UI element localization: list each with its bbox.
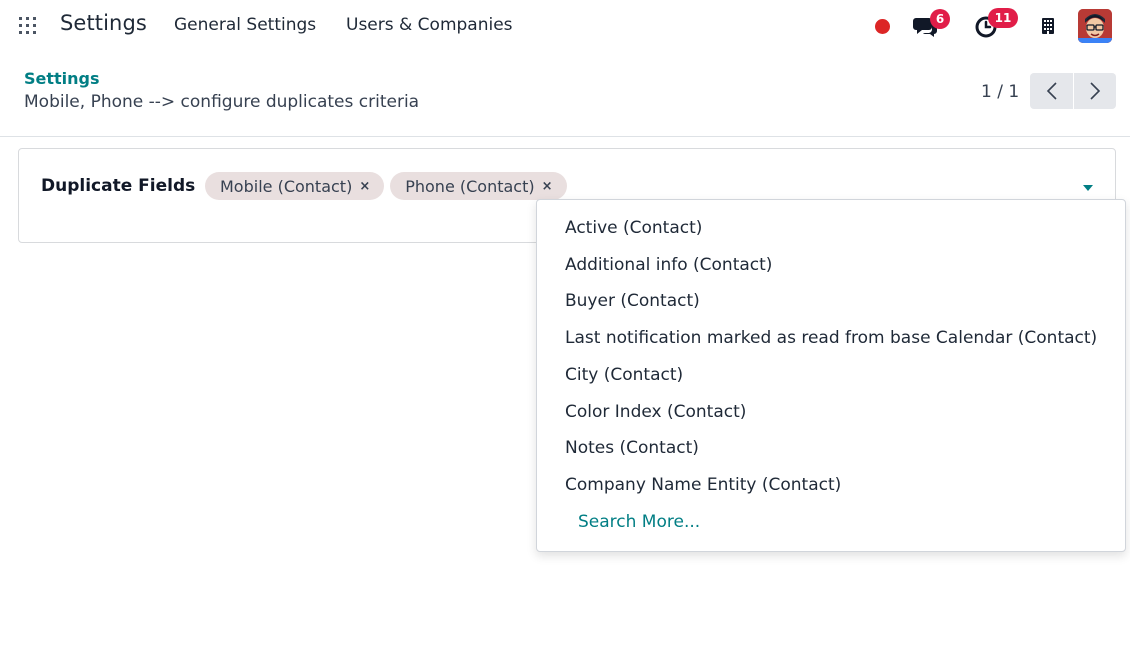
- dropdown-caret-icon[interactable]: [1083, 185, 1093, 191]
- tag-phone-contact[interactable]: Phone (Contact) ×: [390, 172, 567, 200]
- option-additional-info-contact[interactable]: Additional info (Contact): [565, 255, 772, 275]
- apps-grid-icon[interactable]: [19, 17, 36, 34]
- menu-users-companies[interactable]: Users & Companies: [346, 15, 513, 35]
- duplicate-fields-tags: Mobile (Contact) × Phone (Contact) ×: [205, 172, 567, 200]
- option-city-contact[interactable]: City (Contact): [565, 365, 683, 385]
- chat-count-badge: 6: [930, 9, 950, 29]
- chevron-right-icon: [1090, 82, 1101, 100]
- pager-next-button[interactable]: [1073, 73, 1116, 109]
- tag-mobile-contact[interactable]: Mobile (Contact) ×: [205, 172, 385, 200]
- activity-count-badge: 11: [988, 8, 1018, 28]
- systray: 6 11: [830, 0, 1130, 52]
- avatar-face-icon: [1078, 9, 1112, 43]
- record-title: Mobile, Phone --> configure duplicates c…: [24, 92, 420, 112]
- chevron-left-icon: [1046, 82, 1057, 100]
- tag-label: Mobile (Contact): [220, 176, 353, 196]
- app-brand[interactable]: Settings: [60, 11, 147, 35]
- option-notes-contact[interactable]: Notes (Contact): [565, 438, 699, 458]
- option-color-index-contact[interactable]: Color Index (Contact): [565, 402, 746, 422]
- menu-general-settings[interactable]: General Settings: [174, 15, 316, 35]
- record-indicator-icon[interactable]: [875, 19, 890, 34]
- pager-buttons: [1030, 73, 1116, 109]
- control-panel: Settings Mobile, Phone --> configure dup…: [0, 52, 1130, 137]
- tag-label: Phone (Contact): [405, 176, 535, 196]
- option-buyer-contact[interactable]: Buyer (Contact): [565, 291, 700, 311]
- field-autocomplete-dropdown: Active (Contact) Additional info (Contac…: [536, 199, 1126, 552]
- top-navbar: Settings General Settings Users & Compan…: [0, 0, 1130, 52]
- pager-value[interactable]: 1 / 1: [981, 82, 1019, 102]
- company-building-icon[interactable]: [1041, 17, 1055, 35]
- pager-previous-button[interactable]: [1030, 73, 1073, 109]
- tag-remove-icon[interactable]: ×: [359, 179, 370, 194]
- tag-remove-icon[interactable]: ×: [542, 179, 553, 194]
- option-last-notification-contact[interactable]: Last notification marked as read from ba…: [565, 328, 1097, 348]
- option-active-contact[interactable]: Active (Contact): [565, 218, 702, 238]
- breadcrumb-settings-link[interactable]: Settings: [24, 69, 100, 88]
- search-more-link[interactable]: Search More...: [578, 512, 700, 532]
- option-company-name-entity-contact[interactable]: Company Name Entity (Contact): [565, 475, 841, 495]
- user-avatar[interactable]: [1078, 9, 1112, 43]
- duplicate-fields-label: Duplicate Fields: [41, 176, 196, 196]
